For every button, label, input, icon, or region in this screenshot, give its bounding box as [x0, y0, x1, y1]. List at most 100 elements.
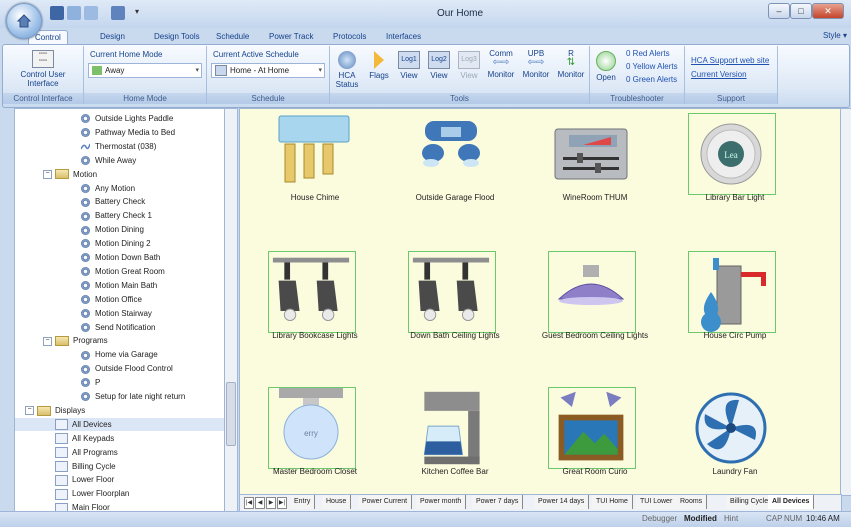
green-alerts[interactable]: 0 Green Alerts	[626, 75, 677, 84]
tab-design-tools[interactable]: Design Tools	[148, 30, 206, 44]
bulb-icon: erry	[271, 388, 351, 467]
tree-item[interactable]: Home via Garage	[15, 348, 225, 361]
sheet-tab[interactable]: Entry	[290, 495, 316, 509]
tree-item[interactable]: All Devices	[15, 417, 225, 431]
device-tile[interactable]: Lea Library Bar Light	[660, 113, 810, 243]
device-tile[interactable]: WineRoom THUM	[520, 113, 670, 243]
tree-item[interactable]: Motion Office	[15, 293, 225, 306]
tree-item[interactable]: While Away	[15, 154, 225, 167]
tree-item[interactable]: Battery Check 1	[15, 209, 225, 222]
collapse-icon[interactable]: −	[43, 169, 52, 179]
red-alerts[interactable]: 0 Red Alerts	[626, 49, 670, 58]
device-tile[interactable]: erry Master Bedroom Closet	[240, 387, 390, 495]
device-tile[interactable]: Kitchen Coffee Bar	[380, 387, 530, 495]
log3-view-button[interactable]: Log3 View	[456, 51, 482, 80]
tree-item[interactable]: All Programs	[15, 446, 225, 459]
tree-scrollbar[interactable]	[224, 108, 238, 512]
device-tile[interactable]: Library Bookcase Lights	[240, 251, 390, 381]
undo-icon[interactable]	[67, 6, 81, 20]
last-sheet-button[interactable]: ▶|	[277, 497, 287, 509]
application-menu-button[interactable]	[6, 3, 42, 39]
tree-item[interactable]: Motion Main Bath	[15, 279, 225, 292]
device-tile[interactable]: Great Room Curio	[520, 387, 670, 495]
tree-item[interactable]: All Keypads	[15, 432, 225, 445]
gear-icon	[81, 128, 90, 138]
yellow-alerts[interactable]: 0 Yellow Alerts	[626, 62, 678, 71]
tree-item[interactable]: Lower Floor	[15, 473, 225, 486]
log1-view-button[interactable]: Log1 View	[396, 51, 422, 80]
next-sheet-button[interactable]: ▶	[266, 497, 276, 509]
sheet-tab[interactable]: All Devices	[768, 495, 815, 509]
save-icon[interactable]	[50, 6, 64, 20]
tree-item[interactable]: Setup for late night return	[15, 390, 225, 403]
sheet-tab[interactable]: Power 7 days	[472, 495, 524, 509]
comm-monitor-button[interactable]: Comm ⇦⇨ Monitor	[484, 49, 518, 79]
tree-item[interactable]: P	[15, 376, 225, 389]
canvas-scrollbar[interactable]	[840, 108, 851, 496]
tree-item[interactable]: Lower Floorplan	[15, 487, 225, 500]
minimize-button[interactable]: –	[768, 3, 790, 19]
sheet-tab[interactable]: House	[322, 495, 352, 509]
prev-sheet-button[interactable]: ◀	[255, 497, 265, 509]
tree-item[interactable]: Motion Stairway	[15, 307, 225, 320]
tab-schedule[interactable]: Schedule	[210, 30, 255, 44]
sheet-tab[interactable]: Rooms	[676, 495, 708, 509]
tree-item[interactable]: Billing Cycle	[15, 460, 225, 473]
sheet-tab[interactable]: Power 14 days	[534, 495, 590, 509]
hca-status-button[interactable]: HCA Status	[332, 51, 362, 89]
redo-icon[interactable]	[84, 6, 98, 20]
device-tile[interactable]: House Circ Pump	[660, 251, 810, 381]
device-tile[interactable]: House Chime	[240, 113, 390, 243]
sheet-tab[interactable]: Power Current	[358, 495, 413, 509]
style-menu[interactable]: Style ▾	[823, 31, 847, 40]
tree-item[interactable]: Send Notification	[15, 321, 225, 334]
upb-monitor-button[interactable]: UPB ⇦⇨ Monitor	[519, 49, 553, 79]
gear-icon	[81, 392, 90, 402]
qat-customize-icon[interactable]: ▾	[135, 7, 139, 16]
support-site-link[interactable]: HCA Support web site	[691, 56, 769, 65]
tree-item[interactable]: Motion Dining 2	[15, 237, 225, 250]
tab-protocols[interactable]: Protocols	[327, 30, 372, 44]
tree-item[interactable]: − Displays	[15, 404, 225, 417]
tree-item-label: Battery Check 1	[95, 211, 152, 221]
home-mode-select[interactable]: Away ▾	[88, 63, 202, 78]
tree-item[interactable]: Motion Dining	[15, 223, 225, 236]
group-schedule: Current Active Schedule Home - At Home ▾ …	[207, 46, 330, 104]
collapse-icon[interactable]: −	[43, 336, 52, 346]
sheet-tab[interactable]: TUI Lower	[636, 495, 678, 509]
close-button[interactable]: ✕	[812, 3, 844, 19]
device-tile[interactable]: Guest Bedroom Ceiling Lights	[520, 251, 670, 381]
tree-item[interactable]: Thermostat (038)	[15, 140, 225, 153]
current-version-link[interactable]: Current Version	[691, 70, 747, 79]
tree-item[interactable]: Pathway Media to Bed	[15, 126, 225, 139]
device-tile[interactable]: Laundry Fan	[660, 387, 810, 495]
tree-item[interactable]: − Motion	[15, 168, 225, 181]
device-tile[interactable]: Down Bath Ceiling Lights	[380, 251, 530, 381]
device-tile[interactable]: Outside Garage Flood	[380, 113, 530, 243]
tree-item[interactable]: Any Motion	[15, 182, 225, 195]
schedule-select[interactable]: Home - At Home ▾	[211, 63, 325, 78]
tree-item[interactable]: Motion Great Room	[15, 265, 225, 278]
sheet-tab[interactable]: Billing Cycle	[726, 495, 774, 509]
display-icon[interactable]	[111, 6, 125, 20]
tab-design[interactable]: Design	[94, 30, 131, 44]
sheet-tab[interactable]: TUI Home	[592, 495, 633, 509]
control-user-interface-button[interactable]: ▫▫▫▫ ▫▫▫▫ Control User Interface	[9, 50, 77, 88]
tree-item[interactable]: Battery Check	[15, 195, 225, 208]
r-monitor-button[interactable]: R ⇅ Monitor	[554, 49, 588, 79]
log2-view-button[interactable]: Log2 View	[426, 51, 452, 80]
tree-item[interactable]: Motion Down Bath	[15, 251, 225, 264]
tree-item[interactable]: Outside Lights Paddle	[15, 112, 225, 125]
tree-item[interactable]: Outside Flood Control	[15, 362, 225, 375]
sheet-tab[interactable]: Power month	[416, 495, 467, 509]
flags-button[interactable]: Flags	[366, 51, 392, 80]
tab-interfaces[interactable]: Interfaces	[380, 30, 427, 44]
collapse-icon[interactable]: −	[25, 406, 34, 416]
tree-scrollbar-thumb[interactable]	[226, 382, 236, 446]
troubleshooter-open-button[interactable]: Open	[592, 51, 620, 82]
maximize-button[interactable]: □	[790, 3, 812, 19]
tree-item-label: While Away	[95, 155, 137, 165]
first-sheet-button[interactable]: |◀	[244, 497, 254, 509]
tree-item[interactable]: − Programs	[15, 334, 225, 347]
tab-power-track[interactable]: Power Track	[263, 30, 319, 44]
